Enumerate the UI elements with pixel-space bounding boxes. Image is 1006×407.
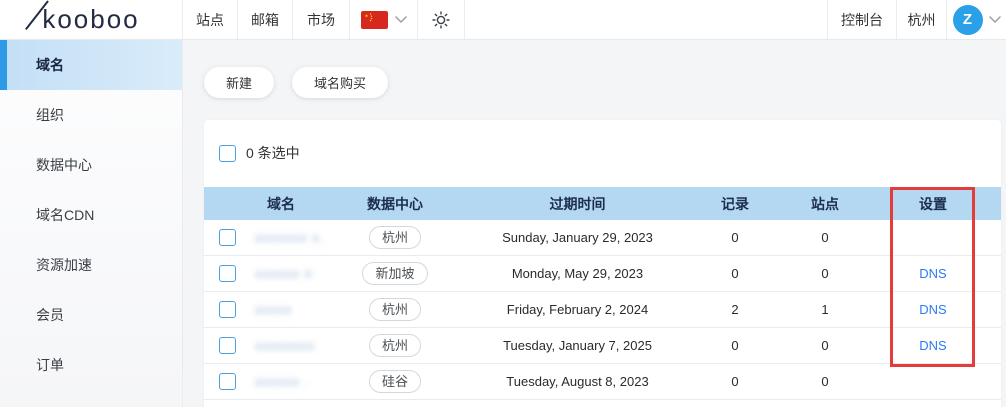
kooboo-logo[interactable]: kooboo — [0, 0, 183, 39]
table-row: xxxxxxx x. 杭州 Sunday, January 29, 2023 0… — [204, 220, 1001, 256]
expiry-date: Tuesday, January 7, 2025 — [470, 338, 685, 353]
dns-link[interactable]: DNS — [919, 302, 946, 317]
buy-domain-button[interactable]: 域名购买 — [292, 67, 388, 98]
row-checkbox[interactable] — [219, 229, 236, 246]
logo-text: kooboo — [42, 4, 139, 35]
header-sites: 站点 — [785, 194, 865, 214]
sidebar-item-label: 资源加速 — [36, 255, 92, 275]
sites-count: 0 — [785, 374, 865, 389]
header-expiry: 过期时间 — [470, 194, 685, 214]
sidebar-item-organization[interactable]: 组织 — [0, 90, 182, 140]
sidebar: 域名 组织 数据中心 域名CDN 资源加速 会员 订单 — [0, 40, 183, 407]
main-content: 新建 域名购买 0 条选中 域名 数据中心 过期时间 记录 站点 设置 xxxx… — [183, 40, 1006, 407]
tab-market[interactable]: 市场 — [293, 0, 350, 39]
expiry-date: Sunday, January 29, 2023 — [470, 230, 685, 245]
select-all-checkbox[interactable] — [219, 145, 236, 162]
new-button[interactable]: 新建 — [204, 67, 274, 98]
sidebar-item-datacenter[interactable]: 数据中心 — [0, 140, 182, 190]
user-menu[interactable]: Z — [947, 0, 1006, 39]
theme-toggle-button[interactable] — [418, 0, 465, 39]
datacenter-badge: 硅谷 — [369, 370, 421, 394]
tab-market-label: 市场 — [307, 10, 335, 30]
datacenter-badge: 新加坡 — [362, 262, 427, 286]
sidebar-item-label: 域名CDN — [36, 205, 94, 225]
sidebar-item-label: 组织 — [36, 105, 64, 125]
tab-sites-label: 站点 — [196, 10, 224, 30]
table-header: 域名 数据中心 过期时间 记录 站点 设置 — [204, 187, 1001, 220]
selection-row: 0 条选中 — [204, 120, 1001, 187]
region-label: 杭州 — [908, 10, 936, 30]
header-settings: 设置 — [865, 194, 1001, 214]
row-checkbox[interactable] — [219, 373, 236, 390]
records-count: 0 — [685, 374, 785, 389]
row-checkbox[interactable] — [219, 265, 236, 282]
sites-count: 0 — [785, 338, 865, 353]
table-row: xxxxxx n 新加坡 Monday, May 29, 2023 0 0 DN… — [204, 256, 1001, 292]
sidebar-item-label: 域名 — [36, 55, 64, 75]
sidebar-item-label: 会员 — [36, 305, 64, 325]
selection-count-label: 0 条选中 — [246, 143, 300, 163]
sidebar-item-label: 订单 — [36, 355, 64, 375]
avatar[interactable]: Z — [953, 5, 983, 35]
chevron-down-icon — [395, 16, 407, 24]
sidebar-item-label: 数据中心 — [36, 155, 92, 175]
user-chevron-down-icon — [989, 16, 1001, 24]
row-checkbox[interactable] — [219, 337, 236, 354]
table-row: xxxxxxxx 杭州 Tuesday, January 7, 2025 0 0… — [204, 328, 1001, 364]
sidebar-item-orders[interactable]: 订单 — [0, 340, 182, 390]
header-domain: 域名 — [242, 194, 320, 214]
sites-count: 1 — [785, 302, 865, 317]
row-checkbox[interactable] — [219, 301, 236, 318]
sidebar-item-membership[interactable]: 会员 — [0, 290, 182, 340]
domain-name-redacted: xxxxxx . — [255, 374, 309, 389]
records-count: 0 — [685, 230, 785, 245]
topbar: kooboo 站点 邮箱 市场 控制台 杭州 Z — [0, 0, 1006, 40]
header-records: 记录 — [685, 194, 785, 214]
language-selector[interactable] — [350, 0, 418, 39]
sidebar-item-domain-cdn[interactable]: 域名CDN — [0, 190, 182, 240]
table-row: xxxxx 杭州 Friday, February 2, 2024 2 1 DN… — [204, 292, 1001, 328]
records-count: 0 — [685, 338, 785, 353]
domain-name-redacted: xxxxx — [255, 302, 293, 317]
sun-icon — [431, 10, 451, 30]
china-flag-icon — [361, 11, 388, 29]
console-label: 控制台 — [841, 10, 883, 30]
action-buttons: 新建 域名购买 — [204, 67, 1001, 98]
datacenter-badge: 杭州 — [369, 226, 421, 250]
topbar-spacer — [465, 0, 827, 39]
datacenter-badge: 杭州 — [369, 298, 421, 322]
tab-sites[interactable]: 站点 — [183, 0, 238, 39]
records-count: 0 — [685, 266, 785, 281]
tab-mail[interactable]: 邮箱 — [238, 0, 293, 39]
datacenter-badge: 杭州 — [369, 334, 421, 358]
domain-name-redacted: xxxxxxx x. — [255, 230, 324, 245]
expiry-date: Monday, May 29, 2023 — [470, 266, 685, 281]
records-count: 2 — [685, 302, 785, 317]
header-datacenter: 数据中心 — [320, 194, 470, 214]
sidebar-item-domain[interactable]: 域名 — [0, 40, 182, 90]
logo-slash-decoration — [25, 0, 48, 29]
domain-name-redacted: xxxxxx n — [255, 266, 313, 281]
sites-count: 0 — [785, 230, 865, 245]
expiry-date: Tuesday, August 8, 2023 — [470, 374, 685, 389]
sidebar-item-resource-acceleration[interactable]: 资源加速 — [0, 240, 182, 290]
sites-count: 0 — [785, 266, 865, 281]
table-row: xxxxxx . 硅谷 Tuesday, August 8, 2023 0 0 — [204, 364, 1001, 400]
region-selector[interactable]: 杭州 — [897, 0, 947, 39]
domain-list-panel: 0 条选中 域名 数据中心 过期时间 记录 站点 设置 xxxxxxx x. 杭… — [204, 120, 1001, 407]
dns-link[interactable]: DNS — [919, 338, 946, 353]
tab-mail-label: 邮箱 — [251, 10, 279, 30]
domain-name-redacted: xxxxxxxx — [255, 338, 315, 353]
dns-link[interactable]: DNS — [919, 266, 946, 281]
console-link[interactable]: 控制台 — [827, 0, 897, 39]
expiry-date: Friday, February 2, 2024 — [470, 302, 685, 317]
